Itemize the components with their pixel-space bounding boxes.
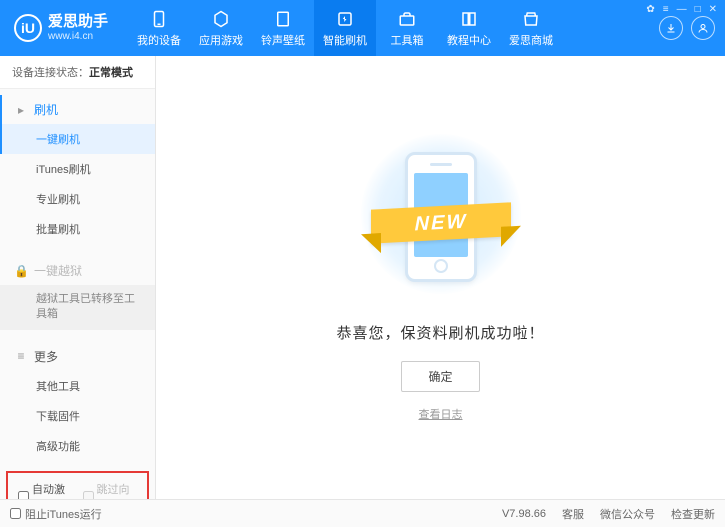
nav-store[interactable]: 爱思商城 [500, 0, 562, 56]
sidebar: 设备连接状态：正常模式 ▸ 刷机 一键刷机 iTunes刷机 专业刷机 批量刷机… [0, 56, 156, 499]
store-icon [521, 9, 541, 29]
sidebar-item-oneclick-flash[interactable]: 一键刷机 [0, 124, 155, 154]
skip-guide-checkbox[interactable]: 跳过向导 [83, 481, 138, 499]
minimize-icon[interactable]: — [677, 4, 687, 15]
brand-logo: iU 爱思助手 www.i4.cn [14, 14, 108, 42]
sidebar-jailbreak-note: 越狱工具已转移至工具箱 [0, 285, 155, 330]
user-button[interactable] [691, 16, 715, 40]
nav-ringtones[interactable]: 铃声壁纸 [252, 0, 314, 56]
sidebar-item-batch-flash[interactable]: 批量刷机 [0, 214, 155, 244]
flash-icon [335, 9, 355, 29]
lock-icon: 🔒 [14, 264, 28, 278]
ok-button[interactable]: 确定 [401, 361, 479, 392]
success-illustration: NEW [361, 134, 521, 304]
sidebar-head-more[interactable]: ≡ 更多 [0, 342, 155, 371]
view-log-link[interactable]: 查看日志 [419, 406, 463, 422]
nav-toolbox[interactable]: 工具箱 [376, 0, 438, 56]
toolbox-icon [397, 9, 417, 29]
app-window: ✿ ≡ — □ ✕ iU 爱思助手 www.i4.cn 我的设备 [0, 0, 725, 527]
download-button[interactable] [659, 16, 683, 40]
option-checkboxes: 自动激活 跳过向导 [6, 471, 149, 499]
window-controls: ✿ ≡ — □ ✕ [646, 4, 717, 15]
nav-apps[interactable]: 应用游戏 [190, 0, 252, 56]
sidebar-item-download-fw[interactable]: 下载固件 [0, 401, 155, 431]
nav-my-device[interactable]: 我的设备 [128, 0, 190, 56]
sidebar-head-flash[interactable]: ▸ 刷机 [0, 95, 155, 124]
new-ribbon: NEW [371, 202, 511, 243]
top-nav: 我的设备 应用游戏 铃声壁纸 智能刷机 [128, 0, 659, 56]
sidebar-item-itunes-flash[interactable]: iTunes刷机 [0, 154, 155, 184]
sidebar-head-jailbreak[interactable]: 🔒 一键越狱 [0, 256, 155, 285]
main-content: NEW 恭喜您，保资料刷机成功啦！ 确定 查看日志 [156, 56, 725, 499]
menu-icon[interactable]: ≡ [663, 4, 669, 15]
sidebar-item-pro-flash[interactable]: 专业刷机 [0, 184, 155, 214]
brand-url: www.i4.cn [48, 31, 108, 42]
auto-activate-checkbox[interactable]: 自动激活 [18, 481, 73, 499]
sidebar-item-advanced[interactable]: 高级功能 [0, 431, 155, 461]
footer-support[interactable]: 客服 [562, 506, 584, 522]
close-icon[interactable]: ✕ [709, 4, 717, 15]
music-icon [273, 9, 293, 29]
titlebar: ✿ ≡ — □ ✕ iU 爱思助手 www.i4.cn 我的设备 [0, 0, 725, 56]
sidebar-item-other-tools[interactable]: 其他工具 [0, 371, 155, 401]
header-actions [659, 16, 715, 40]
nav-tutorials[interactable]: 教程中心 [438, 0, 500, 56]
maximize-icon[interactable]: □ [695, 4, 701, 15]
connection-status: 设备连接状态：正常模式 [0, 56, 155, 89]
block-itunes-checkbox[interactable]: 阻止iTunes运行 [10, 506, 102, 522]
success-message: 恭喜您，保资料刷机成功啦！ [336, 322, 544, 343]
apps-icon [211, 9, 231, 29]
nav-flash[interactable]: 智能刷机 [314, 0, 376, 56]
flash-small-icon: ▸ [14, 103, 28, 117]
more-icon: ≡ [14, 349, 28, 363]
brand-title: 爱思助手 [48, 14, 108, 31]
book-icon [459, 9, 479, 29]
phone-icon [149, 9, 169, 29]
footer-wechat[interactable]: 微信公众号 [600, 506, 655, 522]
version-label: V7.98.66 [502, 508, 546, 520]
settings-icon[interactable]: ✿ [646, 4, 654, 15]
footer: 阻止iTunes运行 V7.98.66 客服 微信公众号 检查更新 [0, 499, 725, 527]
logo-icon: iU [14, 14, 42, 42]
footer-update[interactable]: 检查更新 [671, 506, 715, 522]
